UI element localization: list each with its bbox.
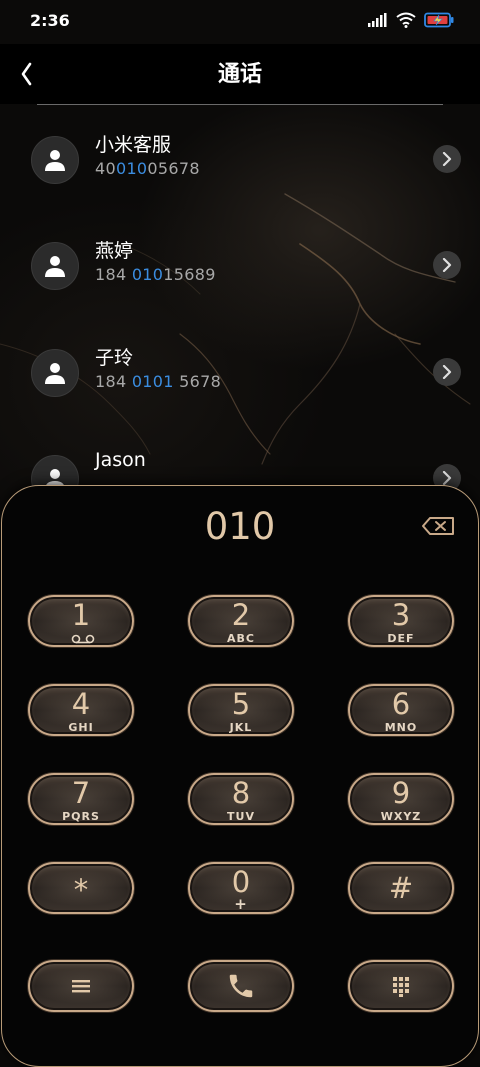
avatar (31, 242, 79, 290)
key-9[interactable]: 9 WXYZ (348, 773, 454, 825)
key-digit: 2 (231, 598, 251, 632)
key-digit: 9 (391, 776, 411, 810)
wifi-icon (396, 12, 416, 28)
key-hash[interactable]: # (348, 862, 454, 914)
key-letters: ABC (227, 632, 255, 645)
contact-number: 184 0101 5678 (95, 372, 222, 391)
key-letters: GHI (68, 721, 94, 734)
avatar (31, 136, 79, 184)
contact-number: 184 01015689 (95, 265, 216, 284)
contact-detail-button[interactable] (433, 358, 461, 386)
key-digit: 1 (71, 598, 91, 632)
battery-charging-icon (424, 12, 454, 28)
key-digit: # (388, 871, 414, 905)
key-letters: TUV (227, 810, 255, 823)
contact-detail-button[interactable] (433, 145, 461, 173)
key-digit: 5 (231, 687, 251, 721)
menu-button[interactable] (28, 960, 134, 1012)
dialpad-icon (393, 977, 409, 997)
key-letters: PQRS (62, 810, 100, 823)
contact-name: Jason (95, 449, 146, 471)
person-icon (45, 256, 65, 277)
key-letters: WXYZ (380, 810, 422, 823)
voicemail-icon (71, 634, 95, 644)
backspace-button[interactable] (420, 514, 456, 538)
key-digit: 6 (391, 687, 411, 721)
key-digit: * (73, 873, 89, 907)
chevron-right-icon (442, 258, 452, 272)
contact-detail-button[interactable] (433, 251, 461, 279)
contact-item[interactable]: 燕婷 184 01015689 (0, 240, 480, 322)
contact-name: 燕婷 (95, 240, 134, 262)
page-title: 通话 (217, 62, 262, 87)
chevron-right-icon (442, 152, 452, 166)
dial-input[interactable]: 010 (0, 505, 480, 548)
avatar (31, 349, 79, 397)
menu-icon (72, 980, 90, 993)
chevron-right-icon (442, 365, 452, 379)
person-icon (45, 150, 65, 171)
key-digit: 0 (231, 865, 251, 899)
status-bar: 2:36 (0, 0, 480, 44)
key-letters: MNO (384, 721, 418, 734)
app-header: 通话 (0, 44, 480, 104)
key-letters: + (234, 895, 248, 913)
key-letters: JKL (229, 721, 253, 734)
person-icon (45, 363, 65, 384)
status-time: 2:36 (30, 11, 70, 30)
contact-name: 小米客服 (95, 134, 172, 156)
contact-item[interactable]: 子玲 184 0101 5678 (0, 347, 480, 429)
key-digit: 7 (71, 776, 91, 810)
key-digit: 3 (391, 598, 411, 632)
key-1[interactable]: 1 (28, 595, 134, 647)
key-2[interactable]: 2 ABC (188, 595, 294, 647)
header-divider (37, 104, 443, 105)
key-6[interactable]: 6 MNO (348, 684, 454, 736)
key-5[interactable]: 5 JKL (188, 684, 294, 736)
call-button[interactable] (188, 960, 294, 1012)
status-icons (368, 12, 454, 28)
chevron-right-icon (442, 471, 452, 485)
key-4[interactable]: 4 GHI (28, 684, 134, 736)
contact-item[interactable]: 小米客服 4001005678 (0, 134, 480, 216)
phone-icon (229, 974, 253, 998)
contact-name: 子玲 (95, 347, 134, 369)
key-8[interactable]: 8 TUV (188, 773, 294, 825)
contact-number: 4001005678 (95, 159, 200, 178)
signal-icon (368, 13, 387, 27)
key-7[interactable]: 7 PQRS (28, 773, 134, 825)
key-digit: 4 (71, 687, 91, 721)
key-3[interactable]: 3 DEF (348, 595, 454, 647)
dialpad-toggle-button[interactable] (348, 960, 454, 1012)
key-0[interactable]: 0 + (188, 862, 294, 914)
key-letters: DEF (387, 632, 415, 645)
backspace-icon (422, 517, 454, 535)
key-star[interactable]: * (28, 862, 134, 914)
key-digit: 8 (231, 776, 251, 810)
